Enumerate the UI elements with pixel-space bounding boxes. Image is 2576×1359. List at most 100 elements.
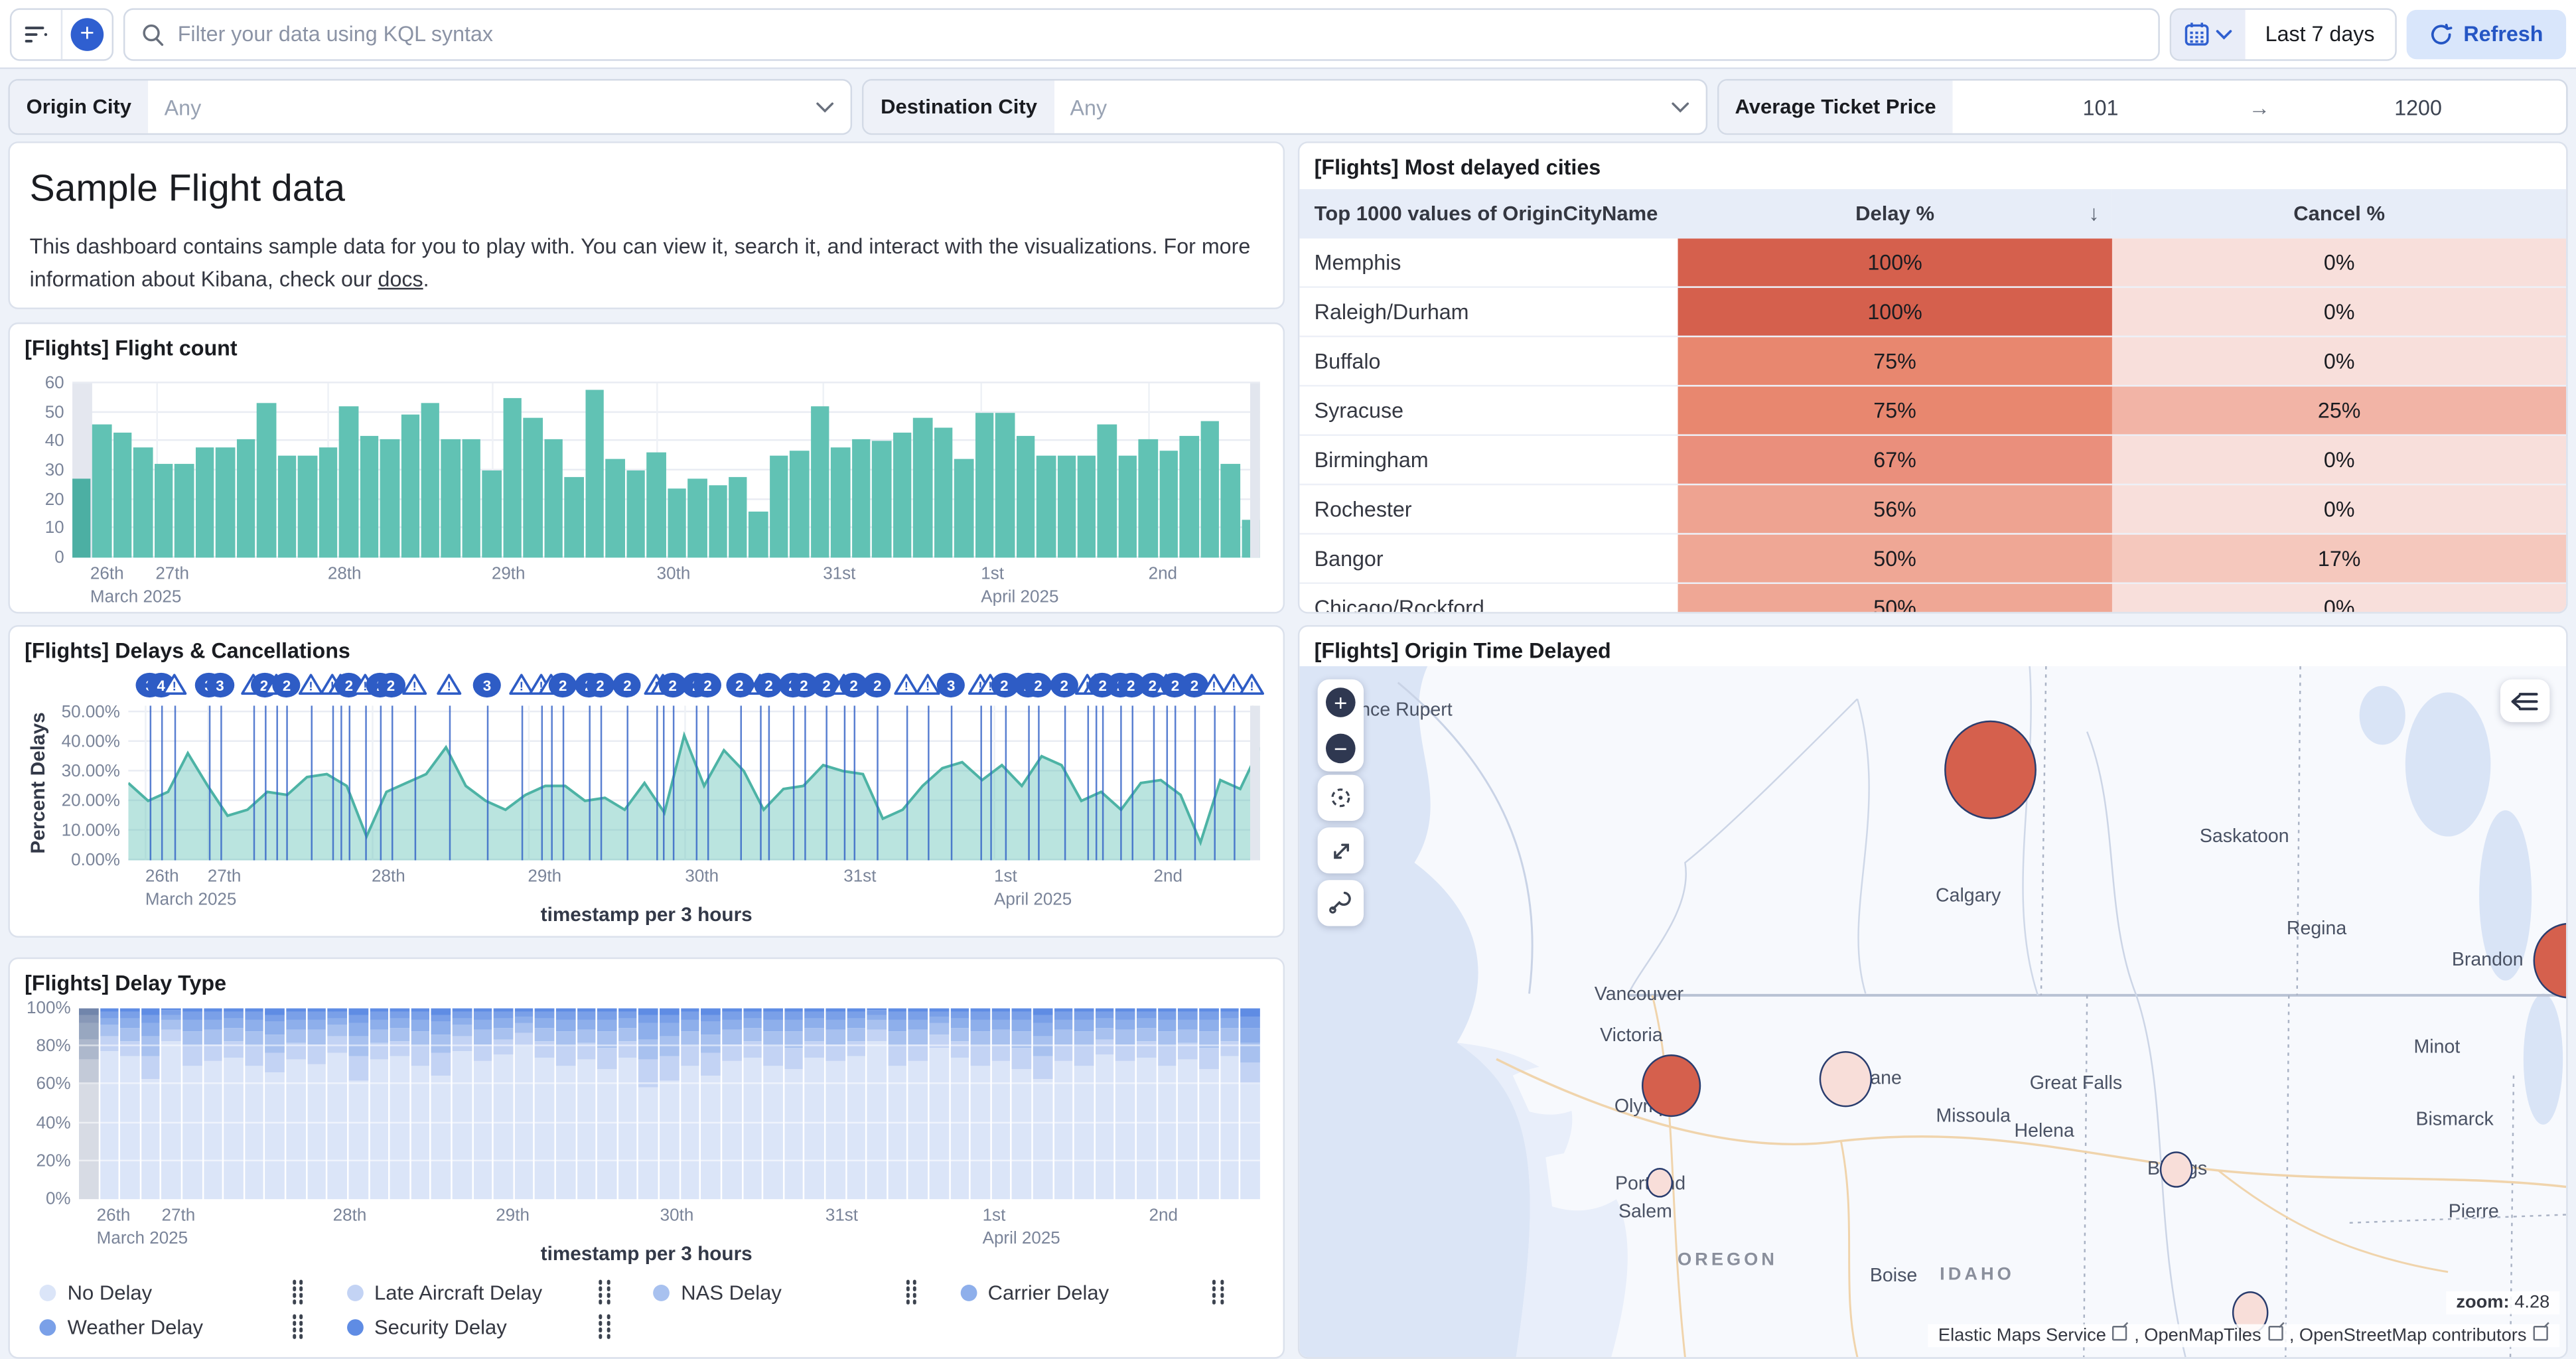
annotation-warning-marker[interactable]: ! bbox=[436, 673, 461, 704]
bar[interactable] bbox=[216, 447, 234, 557]
bar[interactable] bbox=[708, 485, 727, 557]
filter-menu-button[interactable] bbox=[11, 9, 60, 58]
bar[interactable] bbox=[565, 476, 583, 558]
bar[interactable] bbox=[1139, 439, 1157, 558]
bar[interactable] bbox=[1016, 435, 1035, 557]
origin-city-select[interactable]: Origin City Any bbox=[8, 79, 853, 135]
stacked-bar[interactable] bbox=[825, 1009, 845, 1200]
delays-chart[interactable]: 0.00%10.00%20.00%30.00%40.00%50.00%26thM… bbox=[128, 705, 1260, 860]
bar[interactable] bbox=[934, 427, 952, 557]
bar[interactable] bbox=[175, 465, 194, 557]
legend-actions-icon[interactable] bbox=[599, 1281, 610, 1304]
map-canvas[interactable]: Prince RupertSaskatoonCalgaryReginaBrand… bbox=[1299, 666, 2566, 1357]
table-row[interactable]: Birmingham67%0% bbox=[1299, 435, 2566, 484]
annotation-warning-marker[interactable]: ! bbox=[402, 673, 427, 704]
bar[interactable] bbox=[954, 459, 973, 557]
bar[interactable] bbox=[236, 439, 255, 558]
bar[interactable] bbox=[995, 412, 1014, 557]
stacked-bar[interactable] bbox=[847, 1009, 866, 1200]
delay-bubble[interactable] bbox=[1641, 1055, 1700, 1117]
stacked-bar[interactable] bbox=[950, 1009, 969, 1200]
docs-link[interactable]: docs bbox=[378, 267, 423, 291]
stacked-bar[interactable] bbox=[1137, 1009, 1156, 1200]
zoom-in-button[interactable]: + bbox=[1326, 680, 1356, 725]
stacked-bar[interactable] bbox=[1199, 1009, 1218, 1200]
stacked-bar[interactable] bbox=[245, 1009, 264, 1200]
legend-actions-icon[interactable] bbox=[906, 1281, 917, 1304]
stacked-bar[interactable] bbox=[494, 1009, 513, 1200]
column-header-cancel[interactable]: Cancel % bbox=[2112, 189, 2566, 238]
bar[interactable] bbox=[134, 447, 153, 557]
stacked-bar[interactable] bbox=[701, 1009, 721, 1200]
annotation-count-badge[interactable]: 2 bbox=[586, 673, 614, 697]
stacked-bar[interactable] bbox=[411, 1009, 430, 1200]
bar[interactable] bbox=[1221, 465, 1240, 557]
annotation-count-badge[interactable]: 2 bbox=[273, 673, 301, 697]
bar[interactable] bbox=[1057, 456, 1076, 557]
stacked-bar[interactable] bbox=[597, 1009, 616, 1200]
calendar-menu-button[interactable] bbox=[2171, 9, 2246, 58]
stacked-bar[interactable] bbox=[162, 1009, 181, 1200]
set-view-button[interactable] bbox=[1318, 775, 1364, 821]
table-row[interactable]: Chicago/Rockford50%0% bbox=[1299, 583, 2566, 614]
stacked-bar[interactable] bbox=[224, 1009, 244, 1200]
stacked-bar[interactable] bbox=[141, 1009, 161, 1200]
legend-item[interactable]: Carrier Delay bbox=[960, 1277, 1266, 1308]
stacked-bar[interactable] bbox=[287, 1009, 306, 1200]
stacked-bar[interactable] bbox=[908, 1009, 928, 1200]
bar[interactable] bbox=[544, 439, 563, 558]
stacked-bar[interactable] bbox=[1240, 1009, 1259, 1200]
legend-item[interactable]: Weather Delay bbox=[39, 1311, 346, 1342]
stacked-bar[interactable] bbox=[431, 1009, 451, 1200]
bar[interactable] bbox=[482, 470, 501, 557]
stacked-bar[interactable] bbox=[536, 1009, 555, 1200]
bar[interactable] bbox=[647, 453, 666, 558]
stacked-bar[interactable] bbox=[1074, 1009, 1094, 1200]
stacked-bar[interactable] bbox=[1157, 1009, 1177, 1200]
stacked-bar[interactable] bbox=[182, 1009, 202, 1200]
stacked-bar[interactable] bbox=[660, 1009, 679, 1200]
bar[interactable] bbox=[1098, 424, 1117, 557]
bar[interactable] bbox=[319, 447, 337, 557]
bar[interactable] bbox=[749, 511, 768, 557]
stacked-bar[interactable] bbox=[453, 1009, 472, 1200]
stacked-bar[interactable] bbox=[204, 1009, 223, 1200]
annotation-count-badge[interactable]: 2 bbox=[377, 673, 405, 697]
stacked-bar[interactable] bbox=[743, 1009, 762, 1200]
map-tools-button[interactable] bbox=[1318, 880, 1364, 926]
bar[interactable] bbox=[585, 389, 604, 557]
bar[interactable] bbox=[1159, 450, 1178, 557]
table-row[interactable]: Rochester56%0% bbox=[1299, 484, 2566, 534]
stacked-bar[interactable] bbox=[618, 1009, 638, 1200]
annotation-count-badge[interactable]: 3 bbox=[206, 673, 234, 697]
attribution-link[interactable]: OpenMapTiles bbox=[2144, 1326, 2284, 1346]
bar[interactable] bbox=[380, 439, 399, 558]
delay-bubble[interactable] bbox=[2159, 1152, 2192, 1188]
delay-bubble[interactable] bbox=[1944, 721, 2036, 820]
table-row[interactable]: Raleigh/Durham100%0% bbox=[1299, 287, 2566, 336]
kql-search-input[interactable]: Filter your data using KQL syntax bbox=[123, 7, 2160, 60]
stacked-bar[interactable] bbox=[888, 1009, 907, 1200]
destination-city-select[interactable]: Destination City Any bbox=[863, 79, 1707, 135]
bar[interactable] bbox=[667, 488, 685, 557]
stacked-bar[interactable] bbox=[805, 1009, 824, 1200]
stacked-bar[interactable] bbox=[370, 1009, 389, 1200]
annotation-count-badge[interactable]: 3 bbox=[473, 673, 501, 697]
table-row[interactable]: Bangor50%17% bbox=[1299, 534, 2566, 583]
bar[interactable] bbox=[421, 403, 440, 557]
stacked-bar[interactable] bbox=[1096, 1009, 1115, 1200]
stacked-bar[interactable] bbox=[1179, 1009, 1198, 1200]
legend-item[interactable]: Security Delay bbox=[346, 1311, 653, 1342]
stacked-bar[interactable] bbox=[991, 1009, 1011, 1200]
bar[interactable] bbox=[626, 470, 645, 557]
add-filter-button[interactable]: + bbox=[62, 9, 111, 58]
annotation-count-badge[interactable]: 3 bbox=[937, 673, 965, 697]
bar[interactable] bbox=[873, 441, 891, 557]
bar[interactable] bbox=[1078, 456, 1096, 557]
annotation-warning-marker[interactable]: ! bbox=[893, 673, 918, 704]
price-max-input[interactable]: 1200 bbox=[2270, 95, 2566, 119]
bar[interactable] bbox=[1200, 421, 1219, 558]
annotation-count-badge[interactable]: 2 bbox=[1024, 673, 1052, 697]
column-header-delay[interactable]: Delay %↓ bbox=[1678, 189, 2112, 238]
zoom-out-button[interactable]: − bbox=[1326, 725, 1356, 771]
